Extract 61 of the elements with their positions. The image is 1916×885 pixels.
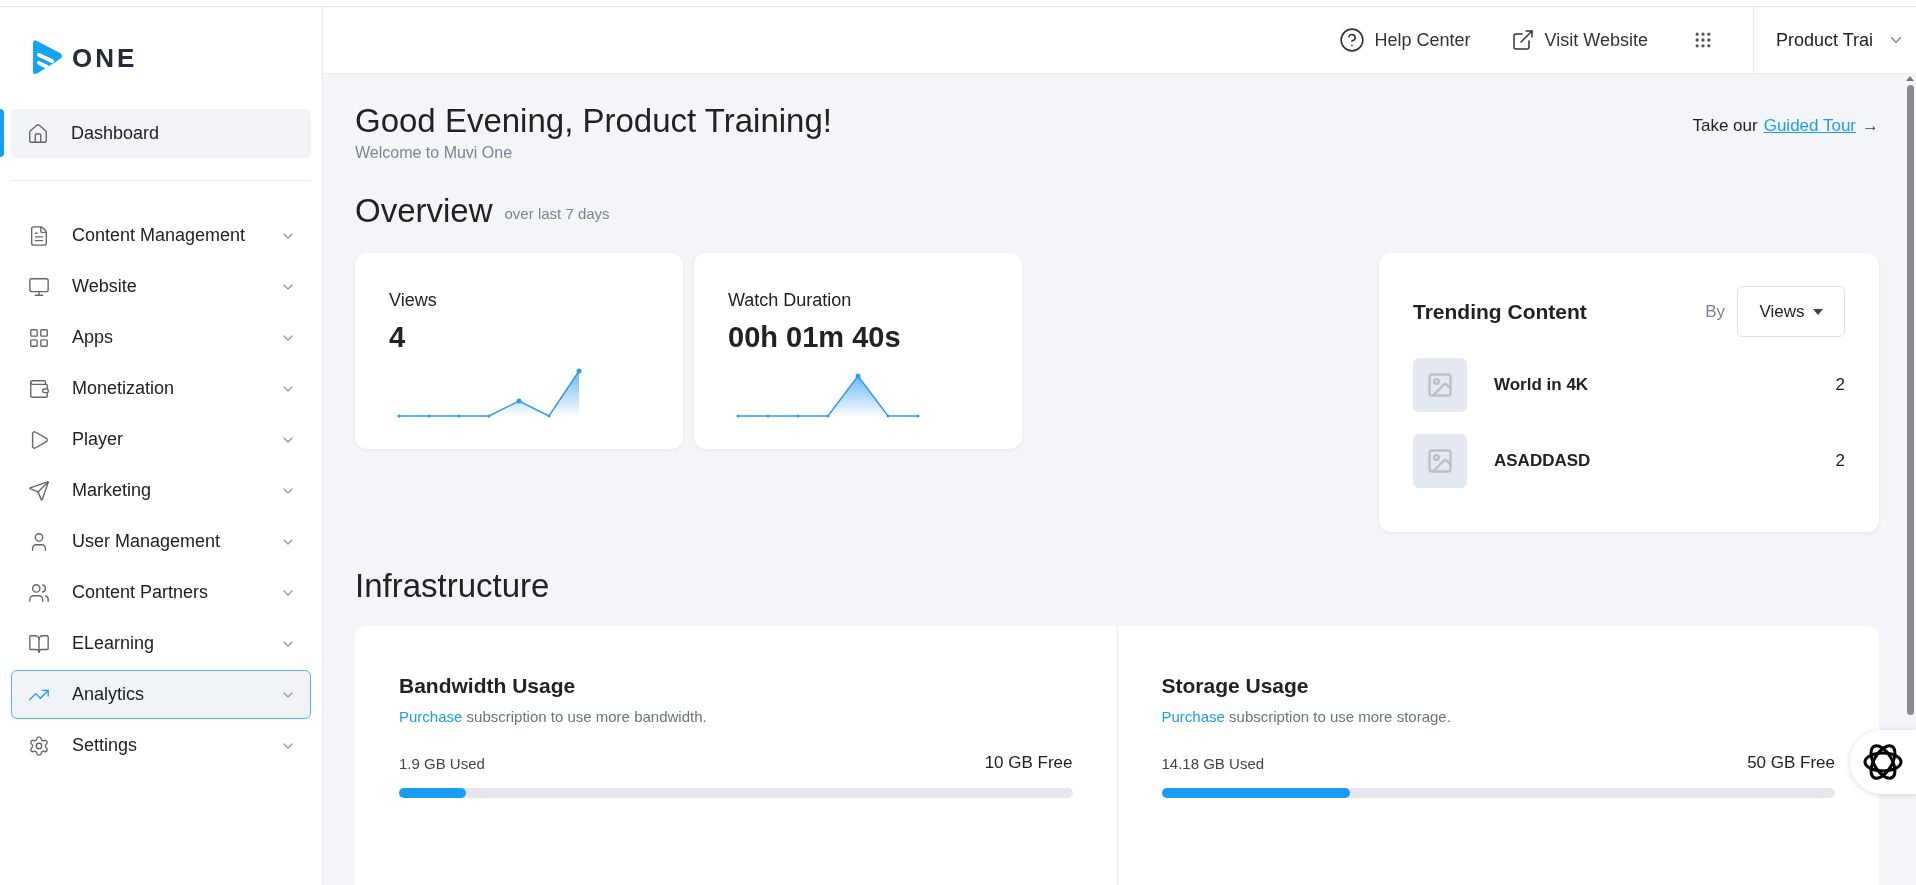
- purchase-note: Purchase subscription to use more bandwidth.: [399, 706, 708, 727]
- usage-title: Bandwidth Usage: [399, 673, 577, 699]
- usage-title: Storage Usage: [1161, 673, 1310, 699]
- external-link-icon: [1510, 28, 1535, 52]
- account-dropdown[interactable]: Product Trai: [1753, 7, 1916, 73]
- greeting-title: Good Evening, Product Training!: [355, 101, 832, 141]
- grid-icon: [28, 326, 50, 349]
- free-amount: 50 GB Free: [1747, 752, 1835, 774]
- content-title: ASADDASD: [1494, 450, 1592, 473]
- nav-item[interactable]: Apps: [11, 313, 311, 362]
- nav-item[interactable]: Dashboard: [11, 109, 311, 158]
- active-indicator: [0, 109, 4, 157]
- knot-icon: [1862, 741, 1904, 783]
- free-amount: 10 GB Free: [984, 752, 1073, 774]
- nav-item[interactable]: Content Partners: [11, 568, 311, 617]
- people-icon: [28, 581, 50, 604]
- purchase-note: Purchase subscription to use more storage.: [1161, 706, 1452, 727]
- content-count: 2: [1835, 450, 1845, 473]
- stat-value: 00h 01m 40s: [728, 320, 902, 355]
- home-icon: [27, 122, 49, 145]
- infrastructure-title: Infrastructure: [355, 566, 551, 606]
- used-amount: 14.18 GB Used: [1161, 754, 1265, 774]
- gear-icon: [28, 734, 50, 757]
- overview-subtitle: over last 7 days: [504, 203, 610, 224]
- caret-icon: [1812, 308, 1823, 315]
- assistant-button[interactable]: [1850, 730, 1916, 794]
- by-label: By: [1705, 300, 1725, 323]
- nav-item[interactable]: Analytics: [11, 670, 311, 719]
- document-icon: [28, 224, 50, 247]
- monitor-icon: [28, 275, 50, 298]
- nav-item[interactable]: User Management: [11, 517, 311, 566]
- stat-label: Watch Duration: [728, 289, 853, 312]
- trending-title: Trending Content: [1413, 298, 1588, 325]
- nav-item[interactable]: ELearning: [11, 619, 311, 668]
- image-icon: [1426, 447, 1454, 475]
- stat-label: Views: [389, 289, 438, 312]
- nav-item[interactable]: Content Management: [11, 211, 311, 260]
- nav-item[interactable]: Monetization: [11, 364, 311, 413]
- greeting-subtitle: Welcome to Muvi One: [355, 143, 514, 163]
- logo-icon: [30, 39, 64, 77]
- help-icon: [1338, 27, 1365, 53]
- tour-text: Take our: [1692, 115, 1758, 137]
- paper-plane-icon: [28, 479, 50, 502]
- book-icon: [28, 632, 50, 655]
- nav-item[interactable]: Player: [11, 415, 311, 464]
- wallet-icon: [28, 377, 50, 400]
- used-amount: 1.9 GB Used: [399, 754, 485, 774]
- content-title: World in 4K: [1494, 374, 1590, 397]
- stat-value: 4: [389, 320, 407, 355]
- help-center-link[interactable]: Help Center: [1338, 26, 1471, 54]
- content-count: 2: [1835, 374, 1845, 397]
- overview-title: Overview: [355, 191, 493, 231]
- image-icon: [1426, 371, 1454, 399]
- visit-website-link[interactable]: Visit Website: [1510, 26, 1648, 54]
- apps-grid-icon[interactable]: [1693, 30, 1713, 50]
- sort-dropdown[interactable]: Views: [1737, 286, 1845, 337]
- logo-text: ONE: [72, 41, 138, 75]
- nav-item[interactable]: Marketing: [11, 466, 311, 515]
- tour-arrow: →: [1862, 115, 1879, 137]
- nav-item[interactable]: Settings: [11, 721, 311, 770]
- nav-item[interactable]: Website: [11, 262, 311, 311]
